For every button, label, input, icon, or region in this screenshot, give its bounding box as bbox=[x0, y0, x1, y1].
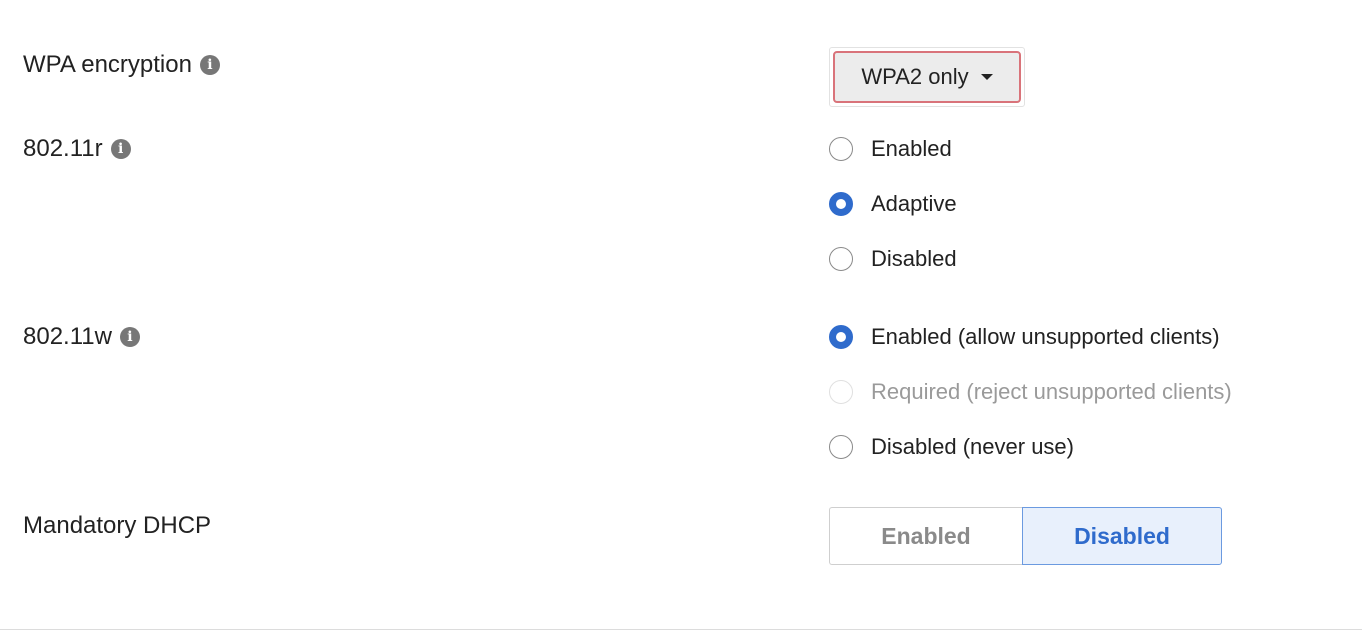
fast-roaming-label: 802.11r bbox=[23, 135, 103, 162]
info-icon[interactable]: i bbox=[199, 55, 220, 75]
wpa-encryption-dropdown[interactable]: WPA2 only bbox=[833, 51, 1021, 103]
mfp-label-row: 802.11w i bbox=[23, 322, 140, 352]
radio-label: Enabled bbox=[871, 136, 952, 161]
mandatory-dhcp-label-row: Mandatory DHCP bbox=[23, 511, 211, 541]
mfp-label: 802.11w bbox=[23, 323, 112, 350]
radio-button[interactable] bbox=[829, 247, 853, 271]
radio-button[interactable] bbox=[829, 192, 853, 216]
wpa-encryption-label-row: WPA encryption i bbox=[23, 50, 220, 80]
mandatory-dhcp-toggle: Enabled Disabled bbox=[829, 507, 1222, 565]
wpa-encryption-dropdown-focus-ring: WPA2 only bbox=[829, 47, 1025, 107]
radio-label: Adaptive bbox=[871, 191, 957, 216]
fast-roaming-label-row: 802.11r i bbox=[23, 134, 131, 164]
fast-roaming-option-adaptive[interactable]: Adaptive bbox=[829, 191, 957, 217]
mandatory-dhcp-disabled-button[interactable]: Disabled bbox=[1022, 507, 1222, 565]
info-icon[interactable]: i bbox=[119, 327, 140, 347]
wpa-encryption-label: WPA encryption bbox=[23, 51, 192, 78]
radio-label: Disabled (never use) bbox=[871, 434, 1074, 459]
radio-label: Required (reject unsupported clients) bbox=[871, 379, 1232, 404]
fast-roaming-option-disabled[interactable]: Disabled bbox=[829, 246, 957, 272]
mandatory-dhcp-enabled-button[interactable]: Enabled bbox=[829, 507, 1022, 565]
section-divider bbox=[0, 629, 1362, 630]
radio-button[interactable] bbox=[829, 137, 853, 161]
radio-button[interactable] bbox=[829, 325, 853, 349]
caret-down-icon bbox=[980, 74, 993, 80]
radio-button[interactable] bbox=[829, 435, 853, 459]
radio-label: Disabled bbox=[871, 246, 957, 271]
info-icon[interactable]: i bbox=[110, 139, 131, 159]
wireless-security-settings: WPA encryption i WPA2 only 802.11r i Ena… bbox=[0, 0, 1362, 634]
mfp-option-required: Required (reject unsupported clients) bbox=[829, 379, 1232, 405]
radio-label: Enabled (allow unsupported clients) bbox=[871, 324, 1220, 349]
radio-button bbox=[829, 380, 853, 404]
mfp-option-enabled[interactable]: Enabled (allow unsupported clients) bbox=[829, 324, 1220, 350]
mandatory-dhcp-label: Mandatory DHCP bbox=[23, 512, 212, 539]
fast-roaming-option-enabled[interactable]: Enabled bbox=[829, 136, 952, 162]
wpa-encryption-selected-value: WPA2 only bbox=[861, 64, 969, 89]
mfp-option-disabled[interactable]: Disabled (never use) bbox=[829, 434, 1074, 460]
